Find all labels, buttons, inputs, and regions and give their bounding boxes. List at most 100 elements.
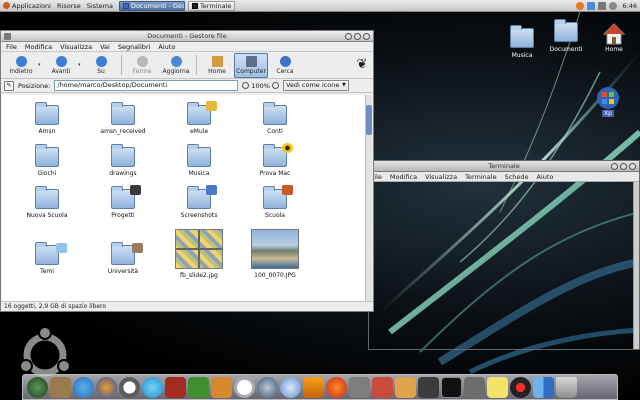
finder-icon[interactable]	[533, 376, 554, 398]
zoom-out-icon[interactable]	[242, 82, 250, 89]
file-item[interactable]: Università	[88, 241, 158, 275]
file-view[interactable]: Amsn amsn_received eMule Conti Giochi dr…	[2, 95, 366, 302]
location-input[interactable]: /home/marco/Desktop/Documenti	[54, 80, 239, 91]
terminal-scrollbar[interactable]	[633, 182, 639, 349]
maximize-icon[interactable]	[354, 33, 361, 40]
clock-icon[interactable]	[119, 376, 140, 398]
minimize-icon[interactable]	[611, 163, 618, 170]
close-icon[interactable]	[629, 163, 636, 170]
file-item[interactable]: drawings	[88, 143, 158, 177]
menu-view[interactable]: Visualizza	[425, 173, 457, 181]
file-item[interactable]: Nuova Scuola	[12, 185, 82, 219]
file-item[interactable]: Screenshots	[164, 185, 234, 219]
volume-icon[interactable]	[609, 1, 618, 10]
desktop-icon-xp[interactable]: Xp	[590, 86, 626, 117]
home-button[interactable]: Home	[200, 53, 234, 78]
calendar-icon[interactable]	[188, 376, 209, 398]
file-item[interactable]: Giochi	[12, 143, 82, 177]
file-item[interactable]: Temi	[12, 241, 82, 275]
pidgin-icon[interactable]	[211, 376, 232, 398]
folder-icon	[111, 144, 135, 167]
terminal-titlebar[interactable]: Terminale	[369, 161, 639, 172]
msn-icon[interactable]	[73, 376, 94, 398]
file-item[interactable]: Conti	[240, 101, 310, 135]
network-icon[interactable]	[598, 1, 607, 10]
menu-edit[interactable]: Modifica	[390, 173, 417, 181]
firefox-icon[interactable]	[96, 376, 117, 398]
menu-view[interactable]: Visualizza	[60, 43, 92, 51]
clock[interactable]: 6:46	[622, 2, 637, 10]
terminal-icon[interactable]	[441, 376, 462, 398]
maximize-icon[interactable]	[620, 163, 627, 170]
wine-icon[interactable]	[165, 376, 186, 398]
menu-terminal[interactable]: Terminale	[465, 173, 496, 181]
task-button-file-manager[interactable]: Documenti - Gestore file	[118, 0, 185, 11]
menu-places[interactable]: Risorse	[54, 0, 84, 12]
file-manager-window[interactable]: Documenti - Gestore file File Modifica V…	[0, 30, 374, 312]
location-toggle-button[interactable]: ✎	[4, 80, 14, 91]
terminal-window[interactable]: Terminale File Modifica Visualizza Termi…	[368, 160, 640, 350]
file-name: Scuola	[265, 212, 285, 219]
menu-edit[interactable]: Modifica	[25, 43, 52, 51]
gnome-foot-icon: ❦	[356, 57, 368, 72]
file-item[interactable]: amsn_received	[88, 101, 158, 135]
desktop-icon-home[interactable]: Home	[596, 22, 632, 53]
menu-system[interactable]: Sistema	[84, 0, 116, 12]
file-item[interactable]: Amsn	[12, 101, 82, 135]
robot-icon[interactable]	[464, 376, 485, 398]
task-button-terminal[interactable]: Terminale	[187, 0, 236, 11]
notes-icon[interactable]	[487, 376, 508, 398]
file-manager-titlebar[interactable]: Documenti - Gestore file	[1, 31, 373, 42]
file-item[interactable]: Scuola	[240, 185, 310, 219]
golf-icon[interactable]	[234, 376, 255, 398]
file-item[interactable]: Prova Mac	[240, 143, 310, 177]
up-button[interactable]: Su	[84, 53, 118, 78]
scrollbar-thumb[interactable]	[366, 105, 372, 135]
file-item[interactable]: fb_slide2.jpg	[164, 229, 234, 279]
terminal-body[interactable]	[369, 182, 639, 349]
mail-icon[interactable]	[587, 1, 596, 10]
minimize-icon[interactable]	[345, 33, 352, 40]
menu-help[interactable]: Aiuto	[158, 43, 175, 51]
file-item[interactable]: Progetti	[88, 185, 158, 219]
appstore-icon[interactable]	[372, 376, 393, 398]
menu-help[interactable]: Aiuto	[537, 173, 554, 181]
skype-icon[interactable]	[142, 376, 163, 398]
search-button[interactable]: Cerca	[268, 53, 302, 78]
file-item[interactable]: Musica	[164, 143, 234, 177]
desktop-icon-music[interactable]: Musica	[504, 25, 540, 59]
gimp-brush-icon[interactable]	[349, 376, 370, 398]
globe-icon[interactable]	[27, 376, 48, 398]
gimp-icon[interactable]	[50, 376, 71, 398]
menu-go[interactable]: Vai	[100, 43, 110, 51]
folder-icon	[111, 102, 135, 125]
view-mode-select[interactable]: Vedi come icone ▼	[282, 80, 349, 91]
zoom-level[interactable]: 100%	[251, 82, 270, 90]
stop-button[interactable]: Ferma	[125, 53, 159, 78]
menu-tabs[interactable]: Schede	[505, 173, 529, 181]
firefox-icon[interactable]	[576, 1, 585, 10]
menu-file[interactable]: File	[6, 43, 17, 51]
file-item[interactable]: eMule	[164, 101, 234, 135]
burn-icon[interactable]	[326, 376, 347, 398]
record-icon[interactable]	[510, 376, 531, 398]
back-button[interactable]: Indietro	[4, 53, 38, 78]
close-icon[interactable]	[363, 33, 370, 40]
view-mode-value: Vedi come icone	[285, 81, 340, 89]
computer-button[interactable]: Computer	[234, 52, 268, 78]
zoom-in-icon[interactable]	[271, 82, 279, 89]
vlc-icon[interactable]	[303, 376, 324, 398]
window-menu-icon[interactable]	[4, 33, 11, 40]
forward-button[interactable]: Avanti	[44, 53, 78, 78]
trash-icon[interactable]	[556, 376, 577, 398]
itunes-icon[interactable]	[280, 376, 301, 398]
file-view-scrollbar[interactable]	[365, 95, 372, 302]
file-item[interactable]: 100_0070.JPG	[240, 229, 310, 279]
disk-icon[interactable]	[418, 376, 439, 398]
package-icon[interactable]	[395, 376, 416, 398]
compass-icon[interactable]	[257, 376, 278, 398]
desktop-icon-documents[interactable]: Documenti	[548, 19, 584, 53]
reload-button[interactable]: Aggiorna	[159, 53, 193, 78]
menu-applications[interactable]: Applicazioni	[0, 0, 54, 12]
menu-bookmarks[interactable]: Segnalibri	[118, 43, 151, 51]
